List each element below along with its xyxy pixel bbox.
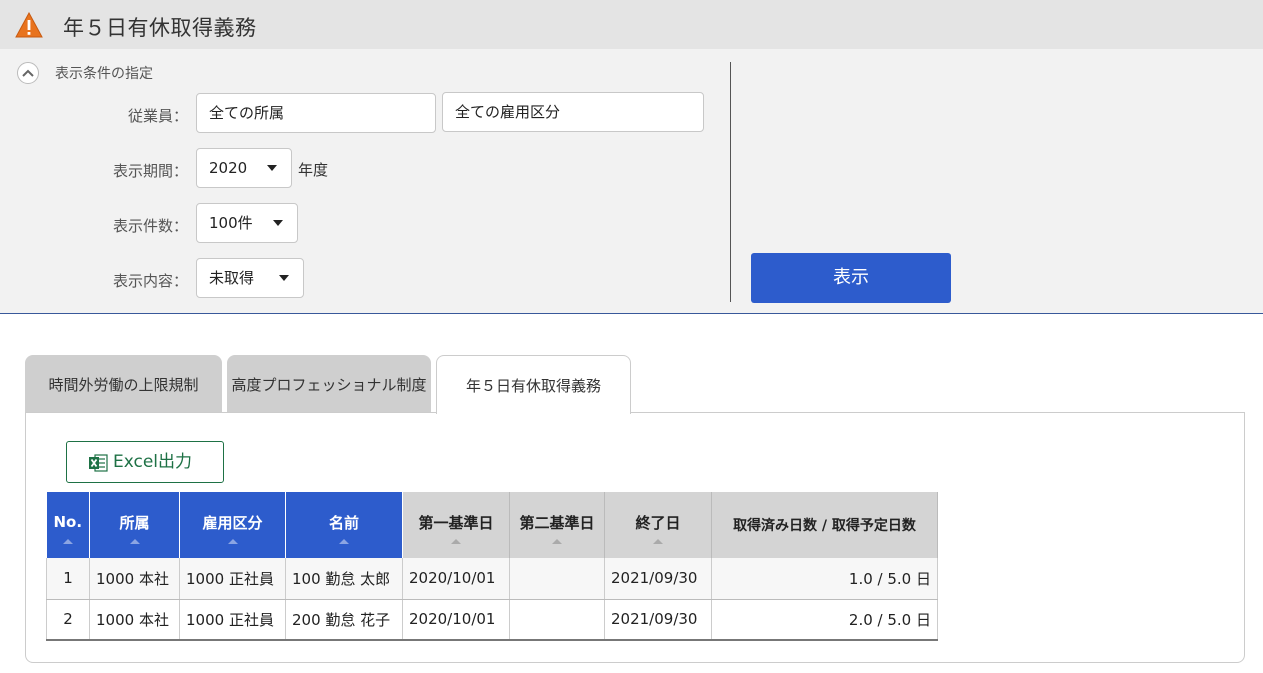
- column-header-label: No.: [53, 513, 83, 531]
- period-unit: 年度: [298, 161, 329, 179]
- show-button[interactable]: 表示: [751, 253, 951, 303]
- warning-icon: [15, 12, 43, 38]
- column-header-base-date-1[interactable]: 第一基準日: [402, 492, 510, 558]
- page-title: 年５日有休取得義務: [63, 16, 257, 40]
- chevron-up-icon[interactable]: [17, 62, 39, 84]
- cell-affiliation: 1000 本社: [89, 558, 180, 600]
- cell-no: 1: [46, 558, 90, 600]
- column-header-label: 第二基準日: [519, 513, 595, 532]
- title-bar: 年５日有休取得義務: [0, 0, 1263, 49]
- column-header-label: 終了日: [635, 513, 681, 532]
- sort-icon: [227, 539, 238, 544]
- cell-end-date: 2021/09/30: [604, 599, 712, 641]
- count-label: 表示件数：: [112, 217, 188, 235]
- sort-icon: [62, 539, 73, 544]
- cell-employment-type: 1000 正社員: [179, 558, 286, 600]
- column-header-days: 取得済み日数 / 取得予定日数: [711, 492, 938, 558]
- employee-label: 従業員：: [127, 107, 188, 125]
- cell-name: 100 勤怠 太郎: [285, 558, 403, 600]
- tab-high-professional[interactable]: 高度プロフェッショナル制度: [227, 355, 431, 413]
- table-row[interactable]: 2 1000 本社 1000 正社員 200 勤怠 花子 2020/10/01 …: [46, 599, 938, 641]
- excel-export-button[interactable]: Excel出力: [66, 441, 224, 483]
- cell-base-date-2: [509, 558, 605, 600]
- count-select[interactable]: 100件: [196, 203, 298, 243]
- sort-icon: [129, 539, 140, 544]
- period-select-value: 2020: [209, 159, 248, 177]
- table-row[interactable]: 1 1000 本社 1000 正社員 100 勤怠 太郎 2020/10/01 …: [46, 558, 938, 600]
- cell-days: 1.0 / 5.0 日: [711, 558, 938, 600]
- filter-panel: 表示条件の指定 従業員： 全ての所属 全ての雇用区分 表示期間： 2020 年度…: [0, 49, 1263, 314]
- content-select[interactable]: 未取得: [196, 258, 304, 298]
- employment-type-field[interactable]: 全ての雇用区分: [442, 92, 704, 132]
- cell-name: 200 勤怠 花子: [285, 599, 403, 641]
- sort-icon: [653, 539, 663, 544]
- caret-down-icon: [279, 275, 289, 281]
- table-header-row: No. 所属 雇用区分 名前 第一基準日 第二基準日 終了日 取得済み日数 / …: [46, 492, 938, 558]
- content-select-value: 未取得: [209, 269, 255, 287]
- affiliation-field[interactable]: 全ての所属: [196, 93, 436, 133]
- filter-section-label[interactable]: 表示条件の指定: [55, 63, 153, 83]
- cell-base-date-2: [509, 599, 605, 641]
- excel-icon: [89, 454, 108, 472]
- cell-no: 2: [46, 599, 90, 641]
- column-header-label: 所属: [119, 513, 150, 532]
- cell-affiliation: 1000 本社: [89, 599, 180, 641]
- sort-icon: [339, 539, 349, 544]
- cell-base-date-1: 2020/10/01: [402, 599, 510, 641]
- period-label: 表示期間：: [112, 162, 188, 180]
- column-header-label: 取得済み日数 / 取得予定日数: [733, 518, 916, 534]
- period-select[interactable]: 2020: [196, 148, 292, 188]
- results-table: No. 所属 雇用区分 名前 第一基準日 第二基準日 終了日 取得済み日数 / …: [46, 492, 938, 641]
- caret-down-icon: [273, 220, 283, 226]
- cell-end-date: 2021/09/30: [604, 558, 712, 600]
- column-header-label: 第一基準日: [418, 513, 494, 532]
- sort-icon: [451, 539, 461, 544]
- cell-base-date-1: 2020/10/01: [402, 558, 510, 600]
- column-header-employment-type[interactable]: 雇用区分: [179, 492, 286, 558]
- column-header-no[interactable]: No.: [46, 492, 90, 558]
- column-header-affiliation[interactable]: 所属: [89, 492, 180, 558]
- sort-icon: [552, 539, 562, 544]
- column-header-label: 雇用区分: [202, 513, 263, 532]
- column-header-base-date-2[interactable]: 第二基準日: [509, 492, 605, 558]
- content-label: 表示内容：: [112, 272, 188, 290]
- cell-days: 2.0 / 5.0 日: [711, 599, 938, 641]
- vertical-divider: [730, 62, 731, 302]
- column-header-end-date[interactable]: 終了日: [604, 492, 712, 558]
- column-header-label: 名前: [328, 513, 359, 532]
- caret-down-icon: [267, 165, 277, 171]
- column-header-name[interactable]: 名前: [285, 492, 403, 558]
- tab-paid-leave-obligation[interactable]: 年５日有休取得義務: [436, 355, 631, 414]
- cell-employment-type: 1000 正社員: [179, 599, 286, 641]
- tab-overtime-limit[interactable]: 時間外労働の上限規制: [25, 355, 222, 413]
- count-select-value: 100件: [209, 214, 253, 232]
- excel-export-label: Excel出力: [113, 452, 193, 472]
